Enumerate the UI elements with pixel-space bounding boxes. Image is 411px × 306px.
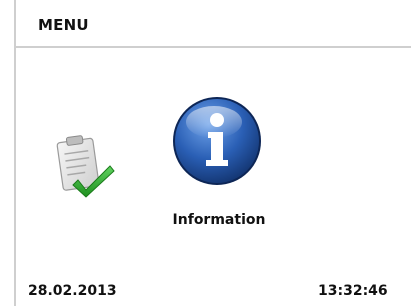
menu-screen: MENU Information 28.02.2013 13:32:46 <box>0 0 411 306</box>
menu-header: MENU <box>14 0 411 48</box>
menu-item-label-information[interactable]: Information <box>160 212 278 228</box>
status-date: 28.02.2013 <box>28 283 117 299</box>
status-time: 13:32:46 <box>318 283 388 299</box>
menu-item-checklist[interactable] <box>50 130 120 200</box>
info-icon <box>173 97 261 185</box>
page-title: MENU <box>38 16 89 34</box>
menu-item-information[interactable] <box>170 94 264 188</box>
clipboard-check-icon <box>56 135 115 198</box>
